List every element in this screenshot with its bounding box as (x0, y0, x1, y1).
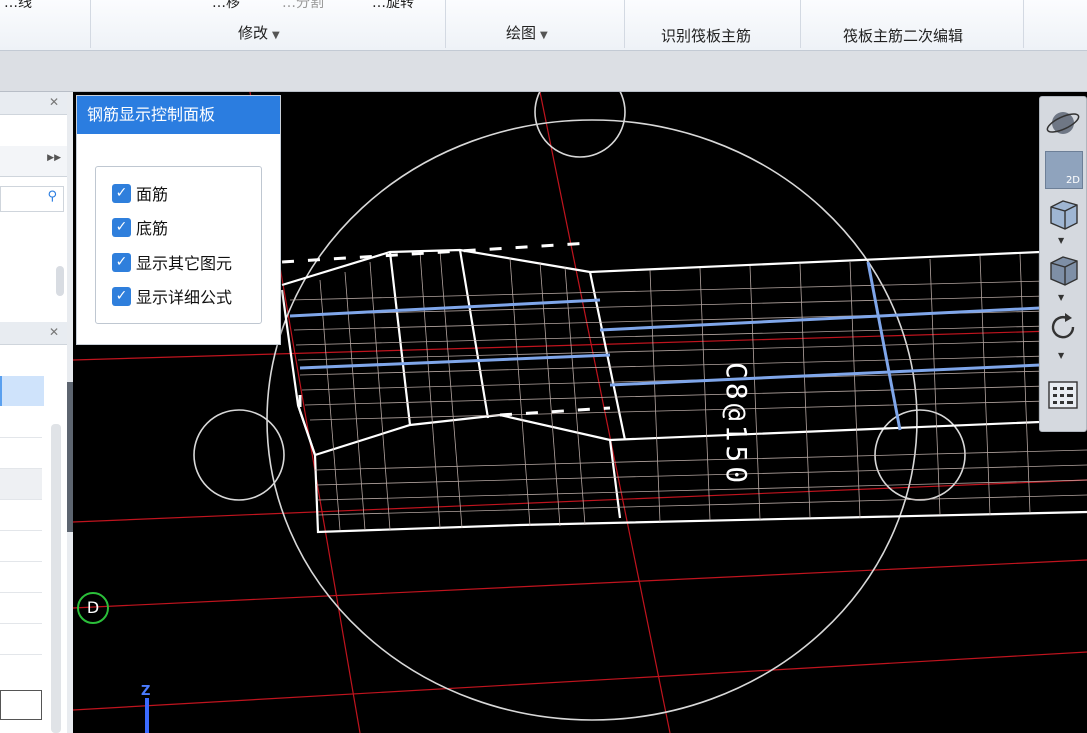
search-icon: ⚲ (47, 189, 57, 204)
group-draw[interactable]: 绘图 ▼ (506, 22, 548, 43)
orbit-icon[interactable] (1045, 105, 1081, 141)
main-rebars (289, 261, 1041, 431)
text-field[interactable] (0, 690, 42, 720)
partial-rotate-button[interactable]: …旋转 (372, 0, 414, 12)
sub-toolbar (0, 51, 1087, 92)
rebar-annotation: C8@150 (720, 362, 753, 488)
rebar-display-panel: 钢筋显示控制面板 ✓ 面筋 ✓ 底筋 ✓ 显示其它图元 ✓ 显示详细公式 (76, 95, 281, 345)
chevron-down-icon: ▼ (272, 30, 280, 41)
ribbon-separator (1023, 0, 1024, 48)
box-solid-icon[interactable] (1045, 251, 1081, 287)
ribbon: …线 …移 …分割 …旋转 修改 ▼ 绘图 ▼ 识别筏板主筋 筏板主筋二次编辑 (0, 0, 1087, 51)
expand-arrows-icon[interactable]: ▶▶ (47, 153, 61, 163)
partial-split-button[interactable]: …分割 (282, 0, 324, 12)
group-secondary-edit-label: 筏板主筋二次编辑 (843, 27, 964, 45)
group-modify[interactable]: 修改 ▼ (238, 22, 280, 43)
partial-move-button[interactable]: …移 (212, 0, 240, 12)
group-secondary-edit[interactable]: 筏板主筋二次编辑 (843, 25, 963, 46)
list-item[interactable] (0, 407, 42, 438)
list-item[interactable] (0, 469, 42, 500)
option-top-rebar[interactable]: ✓ 面筋 (112, 181, 168, 205)
chevron-down-icon[interactable]: ▼ (1058, 351, 1064, 360)
search-input[interactable]: ⚲ (0, 186, 64, 212)
group-draw-label: 绘图 (506, 24, 537, 42)
z-axis-arrow (145, 698, 149, 733)
list-item[interactable] (0, 500, 42, 531)
chevron-down-icon: ▼ (540, 30, 548, 41)
option-label: 显示详细公式 (136, 288, 233, 307)
2d-view-icon[interactable]: 2D (1045, 151, 1083, 189)
checkbox-checked-icon[interactable]: ✓ (112, 252, 131, 272)
ribbon-separator (90, 0, 91, 48)
checkbox-checked-icon[interactable]: ✓ (112, 217, 131, 237)
chevron-down-icon[interactable]: ▼ (1058, 293, 1064, 302)
2d-label: 2D (1065, 175, 1080, 186)
list-item[interactable] (0, 562, 42, 593)
group-identify-label: 识别筏板主筋 (661, 27, 752, 45)
close-icon[interactable]: ✕ (49, 325, 59, 339)
ribbon-separator (445, 0, 446, 48)
z-axis-label: Z (141, 684, 151, 699)
checkbox-checked-icon[interactable]: ✓ (112, 286, 131, 306)
checkbox-checked-icon[interactable]: ✓ (112, 183, 131, 203)
rotate-icon[interactable] (1045, 309, 1081, 345)
left-pane-header: ✕ (0, 92, 67, 115)
list-item-selected[interactable] (0, 376, 44, 406)
box-wireframe-icon[interactable] (1045, 195, 1081, 231)
axis-marker-label: D (86, 598, 100, 617)
panel-options-box: ✓ 面筋 ✓ 底筋 ✓ 显示其它图元 ✓ 显示详细公式 (95, 166, 262, 324)
close-icon[interactable]: ✕ (49, 95, 59, 109)
panel-title: 钢筋显示控制面板 (77, 96, 280, 134)
group-identify-main-rebar[interactable]: 识别筏板主筋 (661, 25, 751, 46)
left-pane-toolbar: ▶▶ (0, 146, 67, 177)
rebar-mesh (289, 250, 1087, 531)
option-label: 面筋 (136, 185, 169, 204)
option-label: 底筋 (136, 219, 169, 238)
option-label: 显示其它图元 (136, 254, 233, 273)
option-show-detailed-formula[interactable]: ✓ 显示详细公式 (112, 284, 232, 308)
ribbon-separator (624, 0, 625, 48)
list-item[interactable] (0, 593, 42, 624)
left-pane-header-2: ✕ (0, 322, 67, 345)
partial-line-button[interactable]: …线 (4, 0, 32, 12)
view-toolbar: 2D ▼ ▼ ▼ (1039, 96, 1087, 432)
list-item[interactable] (0, 624, 42, 655)
axis-marker-d: D (77, 592, 109, 624)
list-item[interactable] (0, 531, 42, 562)
scrollbar[interactable] (51, 424, 61, 733)
slab-wireframe (280, 248, 1087, 534)
ribbon-separator (800, 0, 801, 48)
option-bottom-rebar[interactable]: ✓ 底筋 (112, 215, 168, 239)
scrollbar[interactable] (56, 266, 64, 296)
ribbon-partial-items: …线 …移 …分割 …旋转 (0, 0, 500, 11)
list-item[interactable] (0, 438, 42, 469)
layer-list-icon[interactable] (1045, 377, 1081, 413)
axis-gizmo: Z (139, 684, 169, 733)
group-modify-label: 修改 (238, 24, 269, 42)
left-pane: ✕ ▶▶ ⚲ ✕ (0, 92, 68, 733)
option-show-other-elements[interactable]: ✓ 显示其它图元 (112, 250, 232, 274)
chevron-down-icon[interactable]: ▼ (1058, 236, 1064, 245)
